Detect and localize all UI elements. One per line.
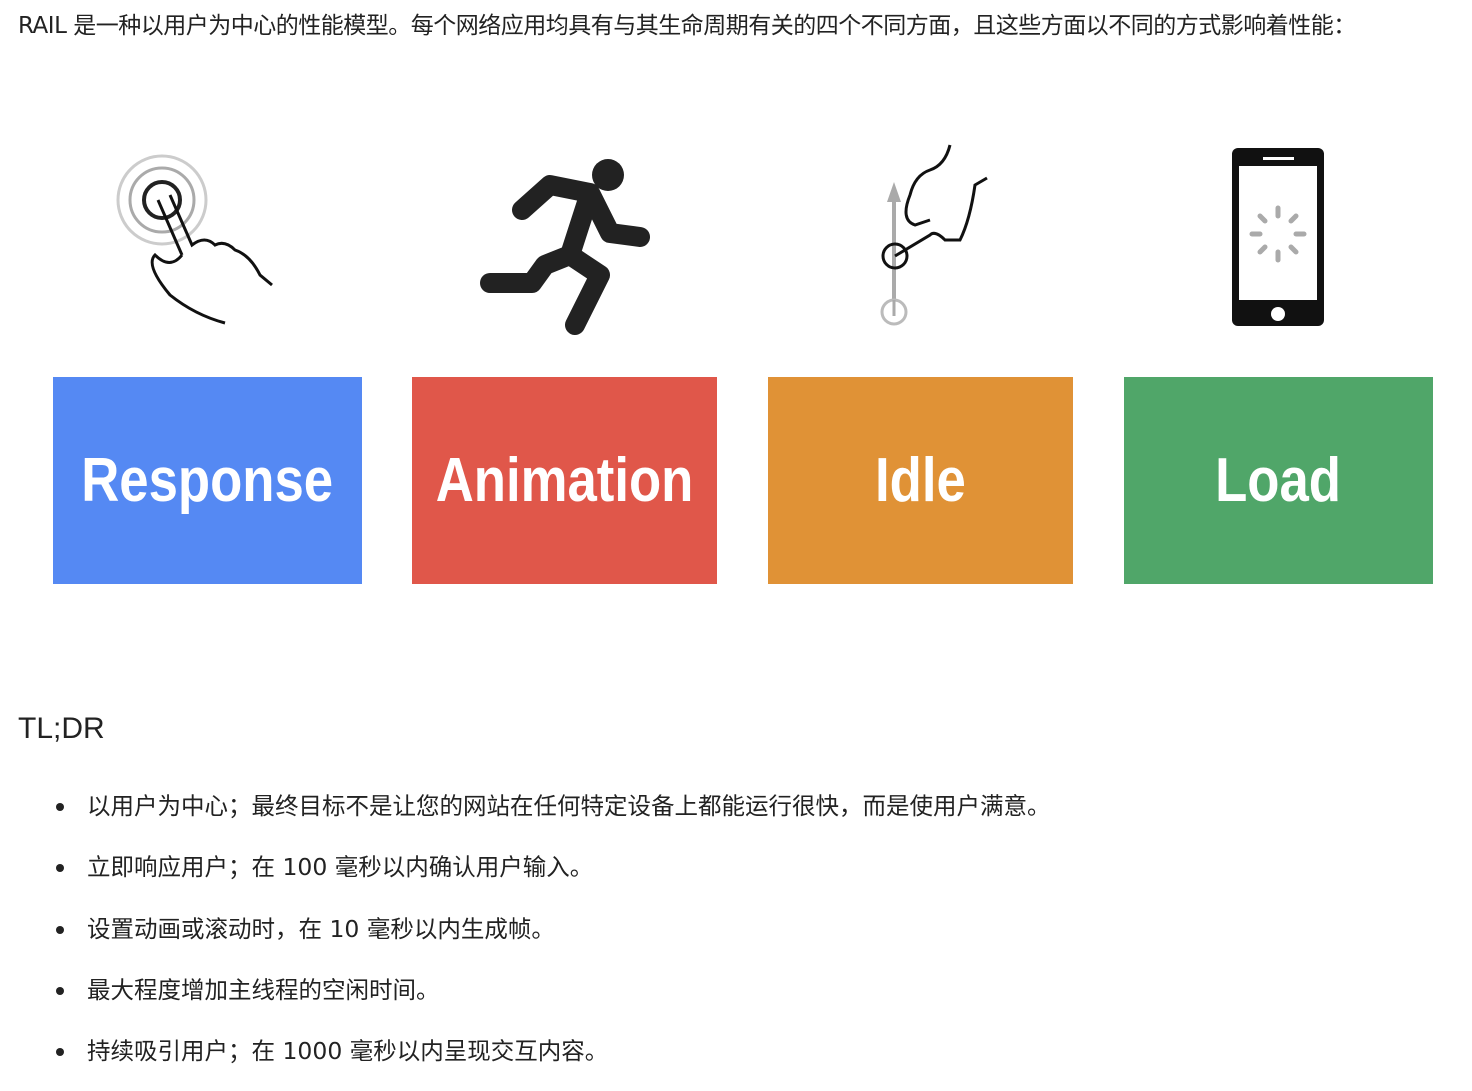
list-item: 立即响应用户；在 100 毫秒以内确认用户输入。 bbox=[0, 846, 1051, 907]
tldr-list: 以用户为中心；最终目标不是让您的网站在任何特定设备上都能运行很快，而是使用户满意… bbox=[0, 785, 1051, 1091]
load-box: Load bbox=[1124, 377, 1433, 584]
response-box: Response bbox=[53, 377, 362, 584]
animation-box: Animation bbox=[412, 377, 717, 584]
phone-loading-icon bbox=[1232, 148, 1324, 326]
swipe-hand-icon bbox=[880, 144, 988, 326]
intro-paragraph: RAIL 是一种以用户为中心的性能模型。每个网络应用均具有与其生命周期有关的四个… bbox=[18, 13, 1356, 39]
list-item: 持续吸引用户；在 1000 毫秒以内呈现交互内容。 bbox=[0, 1030, 1051, 1091]
list-item: 设置动画或滚动时，在 10 毫秒以内生成帧。 bbox=[0, 908, 1051, 969]
list-item: 以用户为中心；最终目标不是让您的网站在任何特定设备上都能运行很快，而是使用户满意… bbox=[0, 785, 1051, 846]
idle-label: Idle bbox=[875, 446, 966, 515]
tldr-heading: TL;DR bbox=[18, 712, 105, 745]
tap-hand-icon bbox=[116, 154, 273, 325]
response-label: Response bbox=[81, 446, 334, 515]
list-item: 最大程度增加主线程的空闲时间。 bbox=[0, 969, 1051, 1030]
animation-label: Animation bbox=[435, 446, 694, 515]
running-person-icon bbox=[480, 159, 650, 335]
load-label: Load bbox=[1215, 446, 1342, 515]
idle-box: Idle bbox=[768, 377, 1073, 584]
